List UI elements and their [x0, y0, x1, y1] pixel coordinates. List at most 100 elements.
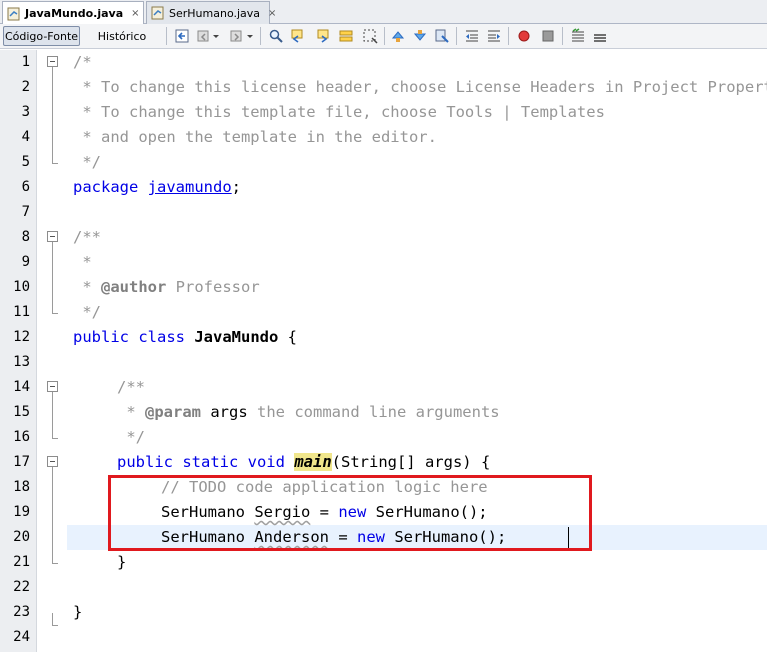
line-number: 5 [21, 154, 30, 170]
toggle-highlight-icon[interactable] [338, 28, 354, 44]
code-line-2: * To change this license header, choose … [73, 78, 767, 96]
toolbar-separator [260, 27, 261, 45]
line-number: 20 [13, 529, 30, 545]
line-number: 6 [21, 179, 30, 195]
tab-javamundo[interactable]: JavaMundo.java × [2, 1, 144, 25]
toolbar-separator [384, 27, 385, 45]
class-name: JavaMundo [194, 328, 279, 346]
chevron-down-icon[interactable] [246, 28, 254, 44]
line-number: 9 [21, 254, 30, 270]
code-text: { [278, 328, 297, 346]
line-number: 22 [13, 579, 30, 595]
toolbar-separator [562, 27, 563, 45]
toggle-bookmark-icon[interactable] [434, 28, 450, 44]
fold-collapse-icon[interactable] [47, 231, 58, 242]
line-number: 10 [13, 279, 30, 295]
line-number: 8 [21, 229, 30, 245]
fold-end [52, 163, 58, 164]
next-bookmark-icon[interactable] [412, 28, 428, 44]
previous-bookmark-icon[interactable] [390, 28, 406, 44]
fold-guide [52, 613, 53, 625]
fold-end [52, 625, 58, 626]
fold-collapse-icon[interactable] [47, 381, 58, 392]
line-number: 16 [13, 429, 30, 445]
comment-text: Professor [166, 278, 260, 296]
line-number: 12 [13, 329, 30, 345]
fold-end [52, 563, 58, 564]
line-number: 13 [13, 354, 30, 370]
toolbar-separator [166, 27, 167, 45]
shift-left-icon[interactable] [464, 28, 480, 44]
code-line-3: * To change this template file, choose T… [73, 103, 605, 121]
code-line-8: /** [73, 228, 101, 246]
close-icon[interactable]: × [131, 8, 139, 19]
fold-collapse-icon[interactable] [47, 56, 58, 67]
fold-guide [52, 67, 53, 163]
line-number: 3 [21, 104, 30, 120]
code-line-4: * and open the template in the editor. [73, 128, 437, 146]
tab-label: SerHumano.java [169, 6, 261, 20]
uncomment-icon[interactable] [592, 28, 608, 44]
last-edit-icon[interactable] [174, 28, 190, 44]
param-name: args [201, 403, 248, 421]
code-line-14: /** [117, 378, 145, 396]
back-icon[interactable] [196, 28, 212, 44]
line-number: 1 [21, 54, 30, 70]
line-number: 14 [13, 379, 30, 395]
editor-tab-bar: JavaMundo.java × SerHumano.java × [0, 0, 767, 25]
comment-text: * [117, 403, 145, 421]
history-view-button[interactable]: Histórico [91, 26, 153, 46]
code-line-23: } [73, 603, 83, 621]
package-name[interactable]: javamundo [148, 178, 232, 196]
toolbar-separator [508, 27, 509, 45]
shift-right-icon[interactable] [486, 28, 502, 44]
keyword: public class [73, 328, 185, 346]
javadoc-tag: @param [145, 403, 201, 421]
code-editor[interactable]: /* * To change this license header, choo… [67, 50, 767, 652]
code-line-6: package javamundo; [73, 175, 241, 200]
tab-label: JavaMundo.java [25, 7, 124, 20]
comment-text: * [73, 278, 101, 296]
stop-macro-icon[interactable] [540, 28, 556, 44]
source-view-button[interactable]: Código-Fonte [3, 26, 80, 46]
rect-select-icon[interactable] [362, 28, 378, 44]
find-next-icon[interactable] [314, 28, 330, 44]
line-number-gutter: 1 2 3 4 5 6 7 8 9 10 11 12 13 14 15 16 1… [0, 50, 37, 652]
code-line-15: * @param args the command line arguments [117, 400, 500, 425]
java-file-icon [7, 7, 21, 21]
find-previous-icon[interactable] [290, 28, 306, 44]
line-number: 4 [21, 129, 30, 145]
line-number: 2 [21, 79, 30, 95]
chevron-down-icon[interactable] [212, 28, 220, 44]
line-number: 17 [13, 454, 30, 470]
forward-icon[interactable] [228, 28, 244, 44]
code-text: (String[] args) { [331, 453, 491, 471]
code-line-12: public class JavaMundo { [73, 325, 297, 350]
comment-icon[interactable] [570, 28, 586, 44]
method-name: main [294, 453, 332, 471]
code-line-10: * @author Professor [73, 275, 260, 300]
line-number: 18 [13, 479, 30, 495]
code-line-21: } [117, 553, 127, 571]
editor-toolbar: Código-Fonte Histórico [0, 24, 767, 49]
keyword: public static void [117, 453, 285, 471]
fold-guide [52, 467, 53, 563]
code-line-9: * [73, 253, 92, 271]
highlight-annotation-box [108, 475, 592, 551]
fold-end [52, 313, 58, 314]
line-number: 21 [13, 554, 30, 570]
fold-collapse-icon[interactable] [47, 456, 58, 467]
search-icon[interactable] [268, 28, 284, 44]
record-macro-icon[interactable] [516, 28, 532, 44]
code-line-1: /* [73, 53, 92, 71]
code-line-11: */ [73, 303, 101, 321]
comment-text: the command line arguments [247, 403, 500, 421]
line-number: 24 [13, 629, 30, 645]
code-line-16: */ [117, 428, 145, 446]
close-icon[interactable]: × [268, 8, 276, 19]
code-line-17: public static void main(String[] args) { [117, 450, 490, 475]
keyword: package [73, 178, 139, 196]
toolbar-separator [456, 27, 457, 45]
tab-serhumano[interactable]: SerHumano.java × [146, 1, 276, 24]
line-number: 15 [13, 404, 30, 420]
